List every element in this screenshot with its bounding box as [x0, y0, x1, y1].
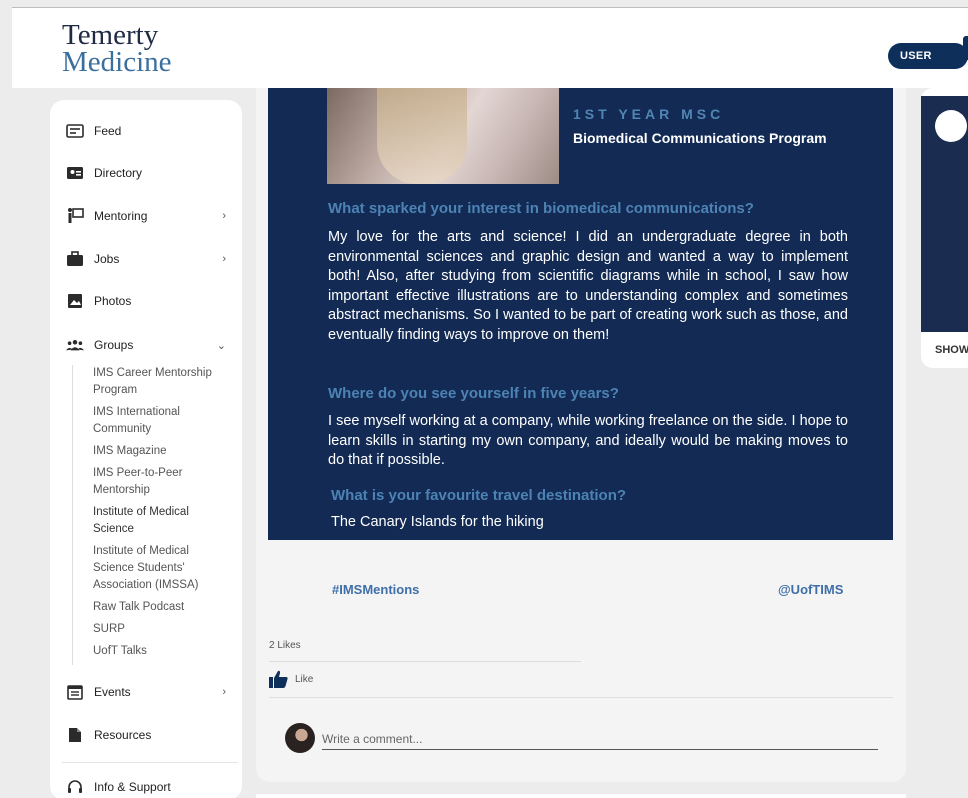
sidebar-item-label: Groups — [94, 338, 134, 352]
thumbs-up-icon — [269, 670, 289, 688]
group-link[interactable]: IMS Career Mentorship Program — [93, 365, 222, 399]
avatar — [285, 723, 315, 753]
user-view-button[interactable]: USER VIEW — [888, 43, 968, 88]
sidebar-item-label: Photos — [94, 294, 132, 308]
group-link[interactable]: Institute of Medical Science Students' A… — [93, 543, 222, 594]
answer-2: I see myself working at a company, while… — [328, 413, 848, 468]
sidebar-item-label: Directory — [94, 166, 143, 180]
like-label: Like — [295, 673, 314, 685]
sidebar-item-resources[interactable]: Resources — [66, 724, 151, 746]
logo[interactable]: Temerty Medicine — [62, 21, 172, 78]
post-hashtag[interactable]: #IMSMentions — [332, 582, 419, 597]
ims-logo-icon — [935, 110, 967, 142]
post-year: 1ST YEAR MSC — [573, 106, 725, 122]
sidebar-item-feed[interactable]: Feed — [66, 120, 121, 142]
groups-icon — [66, 336, 84, 354]
action-divider — [269, 697, 893, 698]
group-link[interactable]: IMS Magazine — [93, 443, 222, 460]
group-link[interactable]: UofT Talks — [93, 643, 222, 660]
groups-submenu: IMS Career Mentorship Program IMS Intern… — [72, 365, 222, 665]
document-icon — [66, 726, 84, 744]
sidebar-item-photos[interactable]: Photos — [66, 290, 131, 312]
like-button[interactable]: Like — [269, 670, 313, 688]
sidebar-item-label: Feed — [94, 124, 122, 138]
chevron-right-icon: › — [222, 686, 226, 698]
photo-icon — [66, 292, 84, 310]
student-photo — [327, 88, 559, 184]
answer-1: My love for the arts and science! I did … — [328, 229, 848, 343]
group-link[interactable]: Raw Talk Podcast — [93, 599, 222, 616]
headset-icon — [66, 778, 84, 796]
likes-divider — [269, 661, 581, 662]
sidebar-item-label: Mentoring — [94, 209, 148, 223]
group-link[interactable]: Institute of Medical Science — [93, 504, 222, 538]
mentoring-icon — [66, 207, 84, 225]
feed-icon — [66, 122, 84, 140]
answer-3: The Canary Islands for the hiking — [331, 514, 544, 530]
next-card-edge — [256, 794, 906, 798]
header-edge-button[interactable] — [963, 36, 968, 60]
group-link[interactable]: IMS International Community — [93, 404, 222, 438]
right-card-image[interactable] — [921, 96, 968, 332]
header: Temerty Medicine USER VIEW — [12, 8, 968, 88]
question-1: What sparked your interest in biomedical… — [328, 200, 754, 217]
sidebar-item-label: Events — [94, 685, 131, 699]
show-button[interactable]: SHOW — [935, 344, 968, 356]
sidebar-item-mentoring[interactable]: Mentoring › — [66, 205, 236, 227]
sidebar-item-directory[interactable]: Directory — [66, 162, 142, 184]
group-link[interactable]: SURP — [93, 621, 222, 638]
question-3: What is your favourite travel destinatio… — [331, 487, 627, 504]
likes-count[interactable]: 2 Likes — [269, 640, 301, 651]
directory-icon — [66, 164, 84, 182]
post-image[interactable]: 1ST YEAR MSC Biomedical Communications P… — [268, 88, 893, 540]
sidebar-item-label: Resources — [94, 728, 152, 742]
sidebar-item-jobs[interactable]: Jobs › — [66, 248, 236, 270]
sidebar-item-label: Info & Support — [94, 780, 171, 794]
calendar-icon — [66, 683, 84, 701]
sidebar-item-label: Jobs — [94, 252, 120, 266]
comment-input[interactable] — [322, 728, 878, 750]
briefcase-icon — [66, 250, 84, 268]
chevron-down-icon: ⌄ — [216, 339, 226, 352]
question-2: Where do you see yourself in five years? — [328, 385, 619, 402]
chevron-right-icon: › — [222, 253, 226, 265]
logo-line2: Medicine — [62, 46, 172, 78]
sidebar-item-events[interactable]: Events › — [66, 681, 236, 703]
group-link[interactable]: IMS Peer-to-Peer Mentorship — [93, 465, 222, 499]
sidebar-item-groups[interactable]: Groups ⌄ — [66, 334, 236, 356]
post-handle[interactable]: @UofTIMS — [778, 582, 843, 597]
sidebar-divider — [62, 762, 238, 763]
chevron-right-icon: › — [222, 210, 226, 222]
post-program: Biomedical Communications Program — [573, 130, 827, 146]
sidebar-item-info-support[interactable]: Info & Support — [66, 776, 171, 798]
